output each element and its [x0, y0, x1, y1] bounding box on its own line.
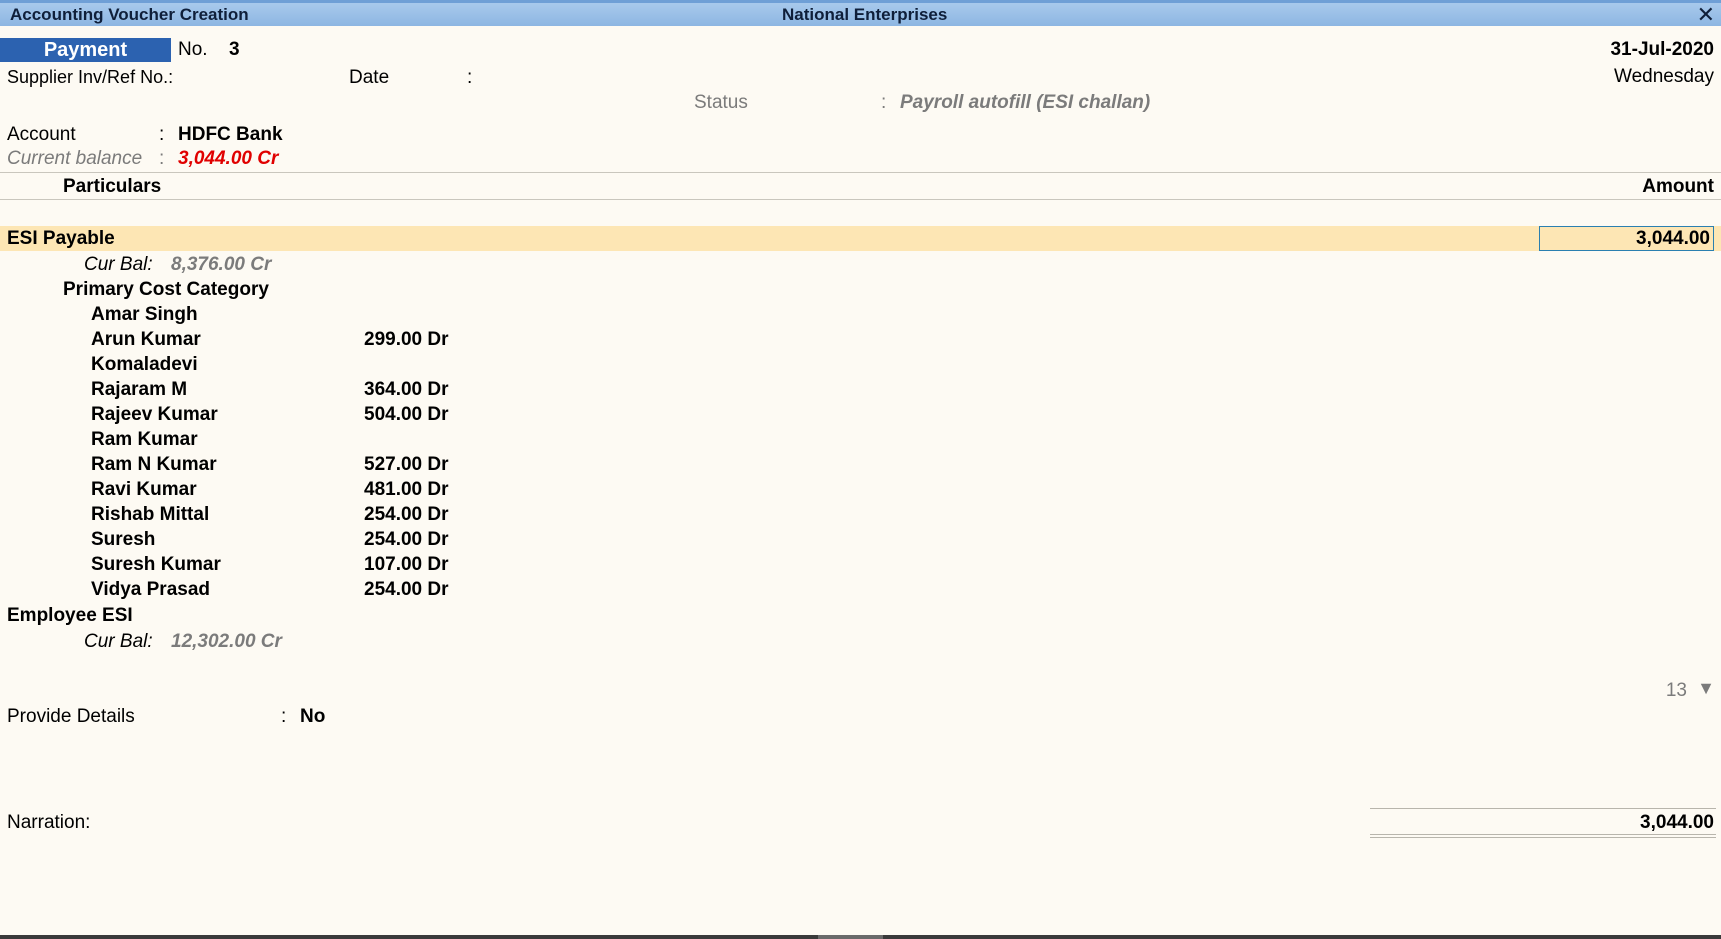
- cost-centre-name[interactable]: Komaladevi: [91, 354, 198, 376]
- status-value: Payroll autofill (ESI challan): [900, 92, 1151, 113]
- close-icon[interactable]: ✕: [1697, 3, 1715, 27]
- cost-centre-name[interactable]: Vidya Prasad: [91, 579, 210, 601]
- header-divider-bottom: [0, 199, 1721, 200]
- cost-centre-amount[interactable]: 254.00 Dr: [364, 579, 449, 601]
- cost-centre-name[interactable]: Ravi Kumar: [91, 479, 197, 501]
- ledger-name[interactable]: Employee ESI: [7, 605, 133, 627]
- account-value[interactable]: HDFC Bank: [178, 124, 283, 146]
- current-balance-value: 3,044.00 Cr: [178, 148, 279, 169]
- company-name: National Enterprises: [782, 5, 948, 24]
- scroll-down-icon[interactable]: ▼: [1697, 678, 1715, 699]
- status-colon: :: [881, 92, 887, 113]
- title-bar: Accounting Voucher Creation National Ent…: [0, 0, 1721, 27]
- cur-bal-label: Cur Bal:: [84, 631, 153, 652]
- total-amount: 3,044.00: [1640, 812, 1714, 833]
- voucher-type-button[interactable]: Payment: [0, 38, 171, 62]
- ref-date-colon: :: [467, 67, 473, 88]
- window-title: Accounting Voucher Creation: [10, 5, 249, 24]
- voucher-date[interactable]: 31-Jul-2020: [1610, 39, 1714, 61]
- cur-bal-value: 8,376.00 Cr: [171, 254, 272, 275]
- cost-centre-name[interactable]: Suresh: [91, 529, 155, 551]
- cost-centre-name[interactable]: Rishab Mittal: [91, 504, 209, 526]
- cost-centre-name[interactable]: Suresh Kumar: [91, 554, 221, 576]
- ledger-amount-field[interactable]: 3,044.00: [1539, 226, 1714, 251]
- cost-centre-amount[interactable]: 527.00 Dr: [364, 454, 449, 476]
- cur-bal-label: Cur Bal:: [84, 254, 153, 275]
- provide-details-value[interactable]: No: [300, 706, 325, 728]
- cost-centre-name[interactable]: Rajeev Kumar: [91, 404, 218, 426]
- amount-header: Amount: [1642, 176, 1714, 197]
- cost-centre-amount[interactable]: 254.00 Dr: [364, 529, 449, 551]
- ledger-row-selected[interactable]: [0, 226, 1721, 251]
- cost-centre-amount[interactable]: 299.00 Dr: [364, 329, 449, 351]
- current-balance-colon: :: [159, 148, 165, 169]
- cost-centre-amount[interactable]: 481.00 Dr: [364, 479, 449, 501]
- cost-centre-amount[interactable]: 107.00 Dr: [364, 554, 449, 576]
- ledger-name[interactable]: ESI Payable: [7, 228, 115, 250]
- total-divider-bottom-1: [1370, 834, 1716, 835]
- voucher-day: Wednesday: [1614, 66, 1714, 87]
- supplier-ref-label: Supplier Inv/Ref No.:: [7, 67, 174, 87]
- cost-centre-name[interactable]: Ram N Kumar: [91, 454, 217, 476]
- voucher-no-label: No.: [178, 39, 208, 60]
- account-colon: :: [159, 124, 165, 145]
- cur-bal-value: 12,302.00 Cr: [171, 631, 282, 652]
- particulars-header: Particulars: [63, 176, 162, 197]
- current-balance-label: Current balance: [7, 148, 143, 169]
- narration-label: Narration:: [7, 812, 91, 833]
- cost-centre-amount[interactable]: 364.00 Dr: [364, 379, 449, 401]
- ref-date-label: Date: [349, 67, 390, 88]
- cost-centre-name[interactable]: Arun Kumar: [91, 329, 201, 351]
- bottom-status-strip: [0, 935, 1721, 939]
- cost-centre-name[interactable]: Amar Singh: [91, 304, 198, 326]
- status-label: Status: [694, 92, 748, 113]
- voucher-no-value[interactable]: 3: [229, 39, 240, 61]
- total-divider-bottom-2: [1370, 837, 1716, 838]
- account-label: Account: [7, 124, 76, 145]
- cost-centre-amount[interactable]: 504.00 Dr: [364, 404, 449, 426]
- bottom-strip-segment: [818, 935, 883, 939]
- cost-centre-amount[interactable]: 254.00 Dr: [364, 504, 449, 526]
- more-rows-count: 13: [1665, 680, 1687, 701]
- cost-centre-name[interactable]: Ram Kumar: [91, 429, 198, 451]
- provide-details-colon: :: [281, 706, 287, 727]
- provide-details-label: Provide Details: [7, 706, 135, 727]
- header-divider-top: [0, 172, 1721, 173]
- cost-category-name[interactable]: Primary Cost Category: [63, 279, 269, 301]
- cost-centre-name[interactable]: Rajaram M: [91, 379, 187, 401]
- total-divider-top: [1370, 808, 1716, 809]
